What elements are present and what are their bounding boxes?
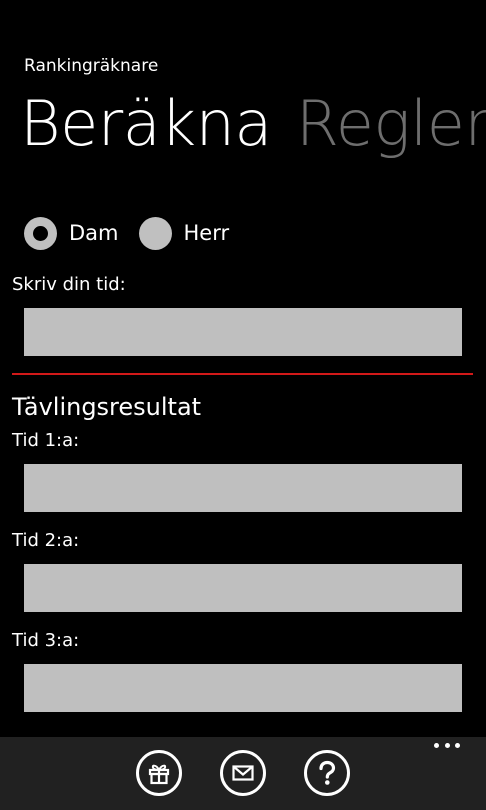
time-input[interactable] [24,308,462,356]
tab-regler[interactable]: Regler [296,84,486,164]
radio-herr-label: Herr [183,221,230,245]
result-3-input[interactable] [24,664,462,712]
result-2-label: Tid 2:a: [12,530,80,551]
time-input-label: Skriv din tid: [12,274,126,295]
radio-dam[interactable]: Dam [24,214,119,252]
help-button[interactable] [303,749,351,797]
mail-button[interactable] [219,749,267,797]
result-3-label: Tid 3:a: [12,630,80,651]
more-dot-icon [434,743,439,748]
more-menu-button[interactable] [434,743,460,755]
radio-dam-circle[interactable] [24,216,57,250]
results-heading: Tävlingsresultat [12,393,202,421]
radio-dam-label: Dam [69,221,119,245]
radio-herr[interactable]: Herr [138,214,230,252]
gift-icon [136,750,182,796]
app-bar [0,737,486,810]
result-1-label: Tid 1:a: [12,430,80,451]
gender-radio-group: Dam Herr [24,214,249,252]
divider [12,373,473,375]
app-title: Rankingräknare [24,56,159,76]
more-dot-icon [444,743,450,748]
help-icon [304,750,350,796]
radio-herr-circle[interactable] [138,216,172,250]
mail-icon [220,750,266,796]
tab-berakna[interactable]: Beräkna [20,84,272,164]
result-2-input[interactable] [24,564,462,612]
pivot-header: Beräkna Regler [20,84,486,164]
more-dot-icon [455,743,460,748]
gift-button[interactable] [135,749,183,797]
result-1-input[interactable] [24,464,462,512]
